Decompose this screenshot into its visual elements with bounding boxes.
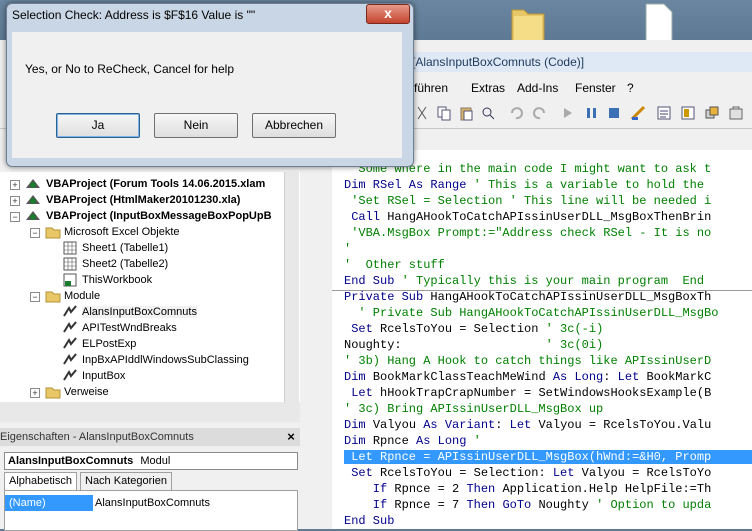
folder-icon [45, 387, 61, 399]
vba-project-icon [26, 195, 40, 204]
code-line: Dim BookMarkClassTeachMeWind As Long: Le… [344, 370, 712, 384]
property-name-cell[interactable]: (Name) [5, 495, 93, 511]
close-button[interactable]: x [366, 4, 410, 24]
code-line: ' [344, 242, 352, 256]
close-icon[interactable]: × [284, 429, 298, 445]
cut-icon[interactable] [414, 105, 430, 121]
vba-project-icon [26, 211, 40, 220]
module-icon [63, 305, 77, 317]
code-line: Set RcelsToYou = Selection: Let Valyou =… [344, 466, 712, 480]
properties-object-select[interactable]: AlansInputBoxComnuts Modul [4, 452, 298, 470]
module-icon [63, 353, 77, 365]
code-line: If Rpnce = 2 Then Application.Help HelpF… [344, 482, 712, 496]
expand-toggle[interactable]: + [30, 388, 40, 398]
dialog-body [12, 32, 402, 158]
collapse-toggle[interactable]: − [30, 292, 40, 302]
code-line: Call HangAHookToCatchAPIssinUserDLL_MsgB… [344, 210, 712, 224]
tree-item-sheet1[interactable]: Sheet1 (Tabelle1) [82, 242, 168, 254]
tree-item-excel-objects[interactable]: Microsoft Excel Objekte [64, 226, 180, 238]
code-line: Dim Valyou As Variant: Let Valyou = Rcel… [344, 418, 712, 432]
no-button[interactable]: Nein [154, 113, 238, 138]
copy-icon[interactable] [436, 105, 452, 121]
code-line: End Sub ' Typically this is your main pr… [344, 274, 705, 288]
code-line: ' Other stuff [344, 258, 445, 272]
menu-ausfuehren[interactable]: führen [414, 81, 448, 95]
properties-title: Eigenschaften - AlansInputBoxComnuts [0, 428, 300, 446]
code-line: ' 3b) Hang A Hook to catch things like A… [344, 354, 712, 368]
tab-nach-kategorien[interactable]: Nach Kategorien [80, 472, 172, 490]
menu-extras[interactable]: Extras [471, 81, 505, 95]
object-type: Modul [140, 455, 171, 467]
tree-item-vbaproject-inputbox[interactable]: VBAProject (InputBoxMessageBoxPopUpB [46, 210, 272, 222]
vbe-title-bar: [AlansInputBoxComnuts (Code)] [412, 52, 752, 72]
code-line: Private Sub HangAHookToCatchAPIssinUserD… [344, 290, 712, 304]
toolbox-icon[interactable] [728, 105, 744, 121]
pane-splitter[interactable] [300, 150, 332, 529]
code-line: ' 3c) Bring APIssinUserDLL_MsgBox up [344, 402, 604, 416]
undo-icon[interactable] [508, 105, 524, 121]
menu-help[interactable]: ? [627, 81, 634, 95]
module-icon [63, 337, 77, 349]
collapse-toggle[interactable]: − [10, 212, 20, 222]
cancel-button[interactable]: Abbrechen [252, 113, 336, 138]
project-vertical-scrollbar[interactable] [284, 172, 299, 402]
code-line: Let hHookTrapCrapNumber = SetWindowsHook… [344, 386, 712, 400]
code-line: If Rpnce = 7 Then GoTo Noughty ' Option … [344, 498, 712, 512]
project-explorer-icon[interactable] [656, 105, 672, 121]
code-line: Dim RSel As Range ' This is a variable t… [344, 178, 705, 192]
break-icon[interactable] [584, 105, 600, 121]
yes-button[interactable]: Ja [56, 113, 140, 138]
code-line: ' Private Sub HangAHookToCatchAPIssinUse… [344, 306, 719, 320]
tree-item-inpbxapiddl[interactable]: InpBxAPIddlWindowsSubClassing [82, 354, 249, 366]
code-line: 'Set RSel = Selection ' This line will b… [344, 194, 712, 208]
property-value-cell[interactable]: AlansInputBoxComnuts [95, 495, 210, 511]
dialog-message: Yes, or No to ReCheck, Cancel for help [25, 62, 234, 76]
paste-icon[interactable] [458, 105, 474, 121]
redo-icon[interactable] [532, 105, 548, 121]
collapse-toggle[interactable]: − [30, 228, 40, 238]
properties-grid: (Name) AlansInputBoxComnuts [4, 490, 298, 531]
sheet-icon [63, 257, 77, 271]
tree-item-elpostexp[interactable]: ELPostExp [82, 338, 136, 350]
tree-item-thisworkbook[interactable]: ThisWorkbook [82, 274, 152, 286]
sheet-icon [63, 241, 77, 255]
menu-fenster[interactable]: Fenster [575, 81, 616, 95]
expand-toggle[interactable]: + [10, 196, 20, 206]
workbook-icon [63, 273, 77, 287]
tree-item-alansinputboxcomnuts[interactable]: AlansInputBoxComnuts [82, 306, 197, 318]
tree-item-vbaproject-htmlmaker[interactable]: VBAProject (HtmlMaker20101230.xla) [46, 194, 240, 206]
vba-project-icon [26, 179, 40, 188]
tree-item-sheet2[interactable]: Sheet2 (Tabelle2) [82, 258, 168, 270]
object-browser-icon[interactable] [704, 105, 720, 121]
tree-item-inputbox[interactable]: InputBox [82, 370, 125, 382]
tree-item-verweise[interactable]: Verweise [64, 386, 109, 398]
module-icon [63, 369, 77, 381]
find-icon[interactable] [480, 105, 496, 121]
code-line: End Sub [344, 514, 395, 528]
reset-icon[interactable] [606, 105, 622, 121]
code-line: Dim Rpnce As Long ' [344, 434, 481, 448]
tree-item-vbaproject-forum-tools[interactable]: VBAProject (Forum Tools 14.06.2015.xlam [46, 178, 265, 190]
menu-add-ins[interactable]: Add-Ins [517, 81, 558, 95]
dialog-title: Selection Check: Address is $F$16 Value … [12, 8, 256, 22]
project-horizontal-scrollbar[interactable] [0, 402, 300, 422]
tree-item-module-folder[interactable]: Module [64, 290, 100, 302]
properties-tabs: Alphabetisch Nach Kategorien [4, 472, 296, 490]
object-name: AlansInputBoxComnuts [8, 455, 134, 467]
tab-alphabetisch[interactable]: Alphabetisch [4, 472, 77, 490]
code-line: Noughty: ' 3c(0i) [344, 338, 604, 352]
expand-toggle[interactable]: + [10, 180, 20, 190]
module-icon [63, 321, 77, 333]
folder-icon [45, 227, 61, 239]
design-mode-icon[interactable] [630, 105, 646, 121]
properties-window-icon[interactable] [680, 105, 696, 121]
code-line: Set RcelsToYou = Selection ' 3c(-i) [344, 322, 604, 336]
selected-code-line: Let Rpnce = APIssinUserDLL_MsgBox(hWnd:=… [344, 450, 752, 464]
code-line: 'VBA.MsgBox Prompt:="Address check RSel … [344, 226, 712, 240]
run-icon[interactable] [560, 105, 576, 121]
tree-item-apitestwndbreaks[interactable]: APITestWndBreaks [82, 322, 177, 334]
folder-icon [45, 291, 61, 303]
